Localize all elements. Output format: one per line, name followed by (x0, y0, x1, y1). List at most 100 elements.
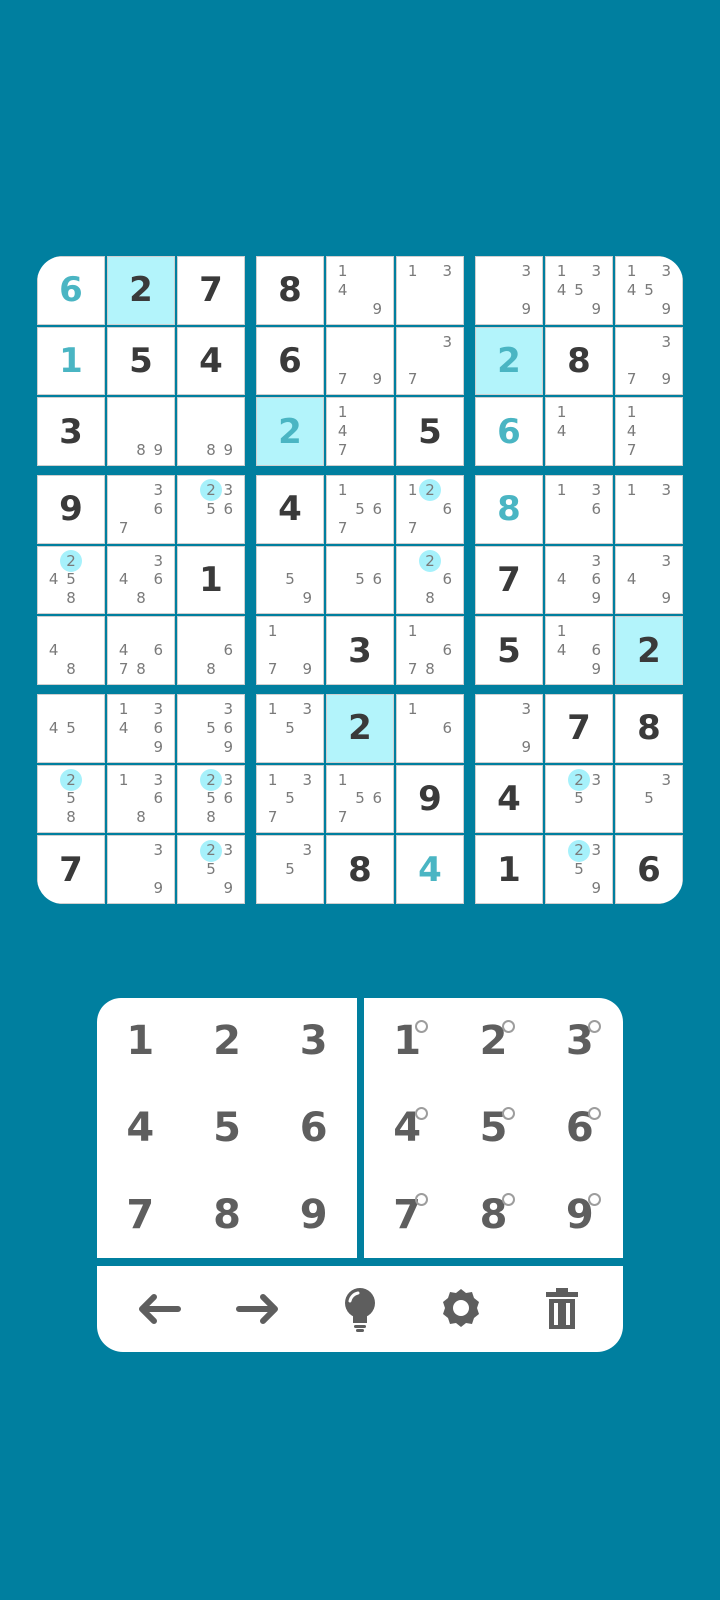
cell-r8c1[interactable]: 258 (37, 764, 105, 834)
note-key-2[interactable]: 2 (450, 998, 536, 1085)
digit-key-8[interactable]: 8 (184, 1171, 271, 1258)
cell-r1c3[interactable]: 7 (177, 256, 245, 325)
cell-r3c4[interactable]: 2 (256, 397, 324, 466)
cell-r1c5[interactable]: 14 9 (326, 256, 394, 325)
cell-r2c9[interactable]: 3 7 9 (615, 326, 683, 396)
cell-r7c7[interactable]: 39 (475, 694, 543, 763)
cell-r4c9[interactable]: 13 (615, 475, 683, 544)
cell-r2c1[interactable]: 1 (37, 326, 105, 396)
cell-r7c4[interactable]: 1 35 (256, 694, 324, 763)
cell-r9c9[interactable]: 6 (615, 835, 683, 904)
cell-r9c3[interactable]: 2359 (177, 835, 245, 904)
cell-r5c2[interactable]: 3 4 68 (107, 545, 175, 615)
cell-r4c3[interactable]: 2356 (177, 475, 245, 544)
cell-r2c4[interactable]: 6 (256, 326, 324, 396)
cell-r2c6[interactable]: 37 (396, 326, 464, 396)
note-key-3[interactable]: 3 (537, 998, 623, 1085)
digit-key-5[interactable]: 5 (184, 1085, 271, 1172)
cell-r2c5[interactable]: 79 (326, 326, 394, 396)
cell-r8c8[interactable]: 235 (545, 764, 613, 834)
note-key-8[interactable]: 8 (450, 1171, 536, 1258)
cell-r6c9[interactable]: 2 (615, 616, 683, 685)
cell-r1c9[interactable]: 1 3 459 (615, 256, 683, 325)
cell-r7c2[interactable]: 1 3 4 69 (107, 694, 175, 763)
cell-r7c8[interactable]: 7 (545, 694, 613, 763)
erase-button[interactable] (530, 1277, 594, 1341)
cell-r8c2[interactable]: 1 368 (107, 764, 175, 834)
cell-r5c1[interactable]: 2458 (37, 545, 105, 615)
settings-button[interactable] (429, 1277, 493, 1341)
cell-r1c4[interactable]: 8 (256, 256, 324, 325)
digit-key-3[interactable]: 3 (270, 998, 357, 1085)
cell-r3c7[interactable]: 6 (475, 397, 543, 466)
digit-key-9[interactable]: 9 (270, 1171, 357, 1258)
cell-r7c1[interactable]: 45 (37, 694, 105, 763)
cell-r8c4[interactable]: 1 357 (256, 764, 324, 834)
cell-r9c5[interactable]: 8 (326, 835, 394, 904)
cell-r6c7[interactable]: 5 (475, 616, 543, 685)
cell-r4c4[interactable]: 4 (256, 475, 324, 544)
digit-key-1[interactable]: 1 (97, 998, 184, 1085)
cell-r5c4[interactable]: 59 (256, 545, 324, 615)
cell-r9c4[interactable]: 35 (256, 835, 324, 904)
note-key-7[interactable]: 7 (364, 1171, 450, 1258)
cell-r3c9[interactable]: 147 (615, 397, 683, 466)
cell-r8c7[interactable]: 4 (475, 764, 543, 834)
cell-r2c8[interactable]: 8 (545, 326, 613, 396)
digit-key-4[interactable]: 4 (97, 1085, 184, 1172)
cell-r4c6[interactable]: 1267 (396, 475, 464, 544)
cell-r2c3[interactable]: 4 (177, 326, 245, 396)
digit-key-6[interactable]: 6 (270, 1085, 357, 1172)
cell-r7c3[interactable]: 3569 (177, 694, 245, 763)
cell-r3c5[interactable]: 147 (326, 397, 394, 466)
cell-r8c5[interactable]: 1567 (326, 764, 394, 834)
note-key-1[interactable]: 1 (364, 998, 450, 1085)
cell-r6c4[interactable]: 1 7 9 (256, 616, 324, 685)
cell-r3c2[interactable]: 89 (107, 397, 175, 466)
cell-r3c8[interactable]: 14 (545, 397, 613, 466)
cell-r1c1[interactable]: 6 (37, 256, 105, 325)
cell-r6c3[interactable]: 68 (177, 616, 245, 685)
cell-r3c1[interactable]: 3 (37, 397, 105, 466)
cell-r5c8[interactable]: 3 4 69 (545, 545, 613, 615)
cell-r8c6[interactable]: 9 (396, 764, 464, 834)
undo-button[interactable] (126, 1277, 190, 1341)
cell-r9c6[interactable]: 4 (396, 835, 464, 904)
cell-r5c6[interactable]: 268 (396, 545, 464, 615)
cell-r5c7[interactable]: 7 (475, 545, 543, 615)
cell-r3c3[interactable]: 89 (177, 397, 245, 466)
cell-r2c2[interactable]: 5 (107, 326, 175, 396)
cell-r8c9[interactable]: 35 (615, 764, 683, 834)
cell-r1c2[interactable]: 2 (107, 256, 175, 325)
redo-button[interactable] (227, 1277, 291, 1341)
cell-r5c3[interactable]: 1 (177, 545, 245, 615)
cell-r7c9[interactable]: 8 (615, 694, 683, 763)
cell-r4c1[interactable]: 9 (37, 475, 105, 544)
cell-r9c8[interactable]: 2359 (545, 835, 613, 904)
cell-r6c1[interactable]: 48 (37, 616, 105, 685)
cell-r6c2[interactable]: 4 6 78 (107, 616, 175, 685)
note-key-9[interactable]: 9 (537, 1171, 623, 1258)
cell-r6c8[interactable]: 14 69 (545, 616, 613, 685)
cell-r4c8[interactable]: 1 36 (545, 475, 613, 544)
cell-r9c7[interactable]: 1 (475, 835, 543, 904)
note-key-4[interactable]: 4 (364, 1085, 450, 1172)
cell-r4c2[interactable]: 36 7 (107, 475, 175, 544)
digit-key-2[interactable]: 2 (184, 998, 271, 1085)
cell-r1c7[interactable]: 39 (475, 256, 543, 325)
note-key-5[interactable]: 5 (450, 1085, 536, 1172)
cell-r7c5[interactable]: 2 (326, 694, 394, 763)
cell-r6c5[interactable]: 3 (326, 616, 394, 685)
cell-r4c7[interactable]: 8 (475, 475, 543, 544)
cell-r9c1[interactable]: 7 (37, 835, 105, 904)
note-key-6[interactable]: 6 (537, 1085, 623, 1172)
cell-r9c2[interactable]: 39 (107, 835, 175, 904)
cell-r8c3[interactable]: 23568 (177, 764, 245, 834)
hint-button[interactable] (328, 1277, 392, 1341)
digit-key-7[interactable]: 7 (97, 1171, 184, 1258)
cell-r5c5[interactable]: 56 (326, 545, 394, 615)
cell-r2c7[interactable]: 2 (475, 326, 543, 396)
cell-r6c6[interactable]: 1678 (396, 616, 464, 685)
cell-r5c9[interactable]: 3 4 9 (615, 545, 683, 615)
cell-r3c6[interactable]: 5 (396, 397, 464, 466)
